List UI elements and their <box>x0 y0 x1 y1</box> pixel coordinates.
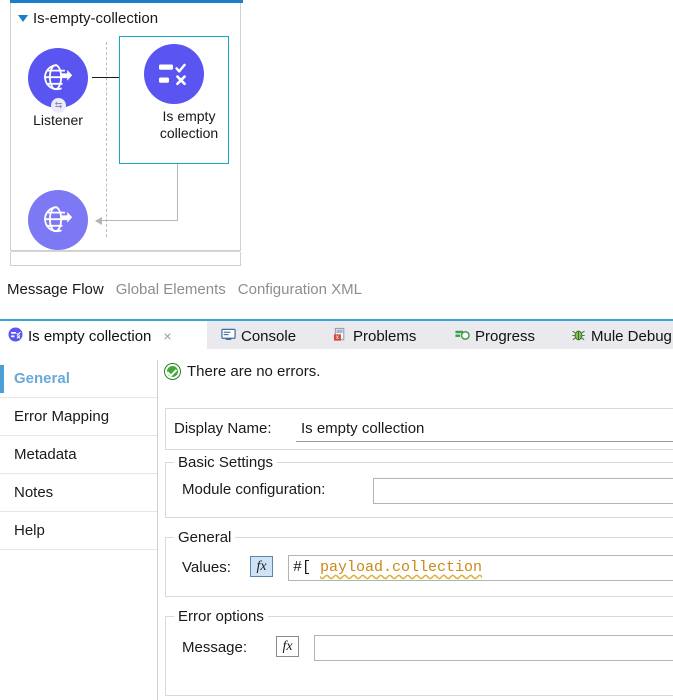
tab-problems[interactable]: x Problems <box>325 321 424 351</box>
flow-node-label-line2: collection <box>159 125 219 141</box>
tab-mule-debug[interactable]: Mule Debug <box>563 321 673 351</box>
tab-label: Problems <box>353 327 417 345</box>
flow-name-label: Is-empty-collection <box>33 10 159 27</box>
problems-icon: x <box>333 327 348 346</box>
flow-node-label: Is empty collection <box>144 108 234 142</box>
flow-node-is-empty-collection[interactable]: Is empty collection <box>144 44 218 142</box>
basic-settings-group: Basic Settings Module configuration: <box>165 454 673 518</box>
bottom-panel-tabbar[interactable]: Is empty collection × Console x Problems… <box>0 319 673 351</box>
tab-label: Is empty collection <box>28 327 152 345</box>
mule-component-icon <box>8 327 23 346</box>
sidebar-item-notes[interactable]: Notes <box>0 474 157 512</box>
close-icon[interactable]: × <box>163 328 171 344</box>
properties-sidebar[interactable]: General Error Mapping Metadata Notes Hel… <box>0 360 158 700</box>
display-name-label: Display Name: <box>174 420 272 437</box>
flow-node-label: Listener <box>33 112 83 128</box>
ok-check-icon <box>165 364 180 379</box>
properties-editor: General Error Mapping Metadata Notes Hel… <box>0 349 673 700</box>
sidebar-item-general[interactable]: General <box>0 360 157 398</box>
flow-node-label-line1: Is empty <box>162 108 216 124</box>
properties-form: There are no errors. Display Name: Is em… <box>159 350 673 700</box>
sidebar-item-label: Metadata <box>14 446 77 463</box>
svg-text:x: x <box>336 334 339 341</box>
console-icon <box>221 327 236 346</box>
module-configuration-label: Module configuration: <box>182 481 326 498</box>
tab-progress[interactable]: Progress <box>447 321 543 351</box>
flow-return-path-horizontal <box>95 216 178 225</box>
message-label: Message: <box>182 639 248 656</box>
message-fx-toggle[interactable]: fx <box>276 636 299 657</box>
flow-return-path-vertical <box>177 164 178 221</box>
mule-studio-window: Is-empty-collection ⇆ Listener Is empty … <box>0 0 673 700</box>
tab-label: Console <box>241 327 297 345</box>
error-options-group: Error options Message: fx <box>165 608 673 696</box>
sidebar-item-label: General <box>14 370 70 387</box>
triangle-down-icon[interactable] <box>18 15 28 22</box>
flow-source-area <box>10 252 241 266</box>
progress-icon <box>455 327 470 346</box>
flow-node-listener-response[interactable] <box>27 190 89 250</box>
expression-body: payload.collection <box>320 559 483 576</box>
message-flow-canvas[interactable]: Is-empty-collection ⇆ Listener Is empty … <box>0 0 673 268</box>
tab-is-empty-collection[interactable]: Is empty collection × <box>0 321 207 351</box>
expression-prefix: #[ <box>293 559 321 576</box>
list-check-x-icon <box>144 44 204 104</box>
sidebar-item-label: Error Mapping <box>14 408 110 425</box>
tab-message-flow[interactable]: Message Flow <box>7 281 104 298</box>
values-expression-input[interactable]: #[ payload.collection <box>288 555 673 581</box>
general-group: General Values: fx #[ payload.collection <box>165 529 673 597</box>
bug-icon <box>571 327 586 346</box>
tab-label: Progress <box>475 327 536 345</box>
message-input[interactable] <box>314 635 673 661</box>
display-name-input[interactable]: Is empty collection <box>296 417 673 442</box>
editor-view-tabs[interactable]: Message Flow Global Elements Configurati… <box>0 276 673 302</box>
display-name-group: Display Name: Is empty collection <box>165 408 673 450</box>
globe-arrow-icon <box>28 190 88 250</box>
general-legend: General <box>174 529 236 546</box>
sidebar-item-metadata[interactable]: Metadata <box>0 436 157 474</box>
error-options-legend: Error options <box>174 608 268 625</box>
exchange-arrows-icon: ⇆ <box>51 98 66 113</box>
module-configuration-input[interactable] <box>373 478 673 504</box>
status-message: There are no errors. <box>165 363 320 380</box>
basic-settings-legend: Basic Settings <box>174 454 278 471</box>
tab-console[interactable]: Console <box>213 321 304 351</box>
sidebar-item-label: Notes <box>14 484 54 501</box>
status-text: There are no errors. <box>187 363 321 380</box>
sidebar-item-help[interactable]: Help <box>0 512 157 550</box>
sidebar-item-error-mapping[interactable]: Error Mapping <box>0 398 157 436</box>
values-fx-toggle[interactable]: fx <box>250 556 273 577</box>
flow-header[interactable]: Is-empty-collection <box>18 10 158 27</box>
tab-configuration-xml[interactable]: Configuration XML <box>238 281 362 298</box>
values-label: Values: <box>182 559 231 576</box>
flow-node-listener[interactable]: ⇆ Listener <box>27 48 89 129</box>
tab-label: Mule Debug <box>591 327 672 345</box>
tab-global-elements[interactable]: Global Elements <box>116 281 226 298</box>
flow-source-divider <box>106 42 107 237</box>
sidebar-item-label: Help <box>14 522 45 539</box>
